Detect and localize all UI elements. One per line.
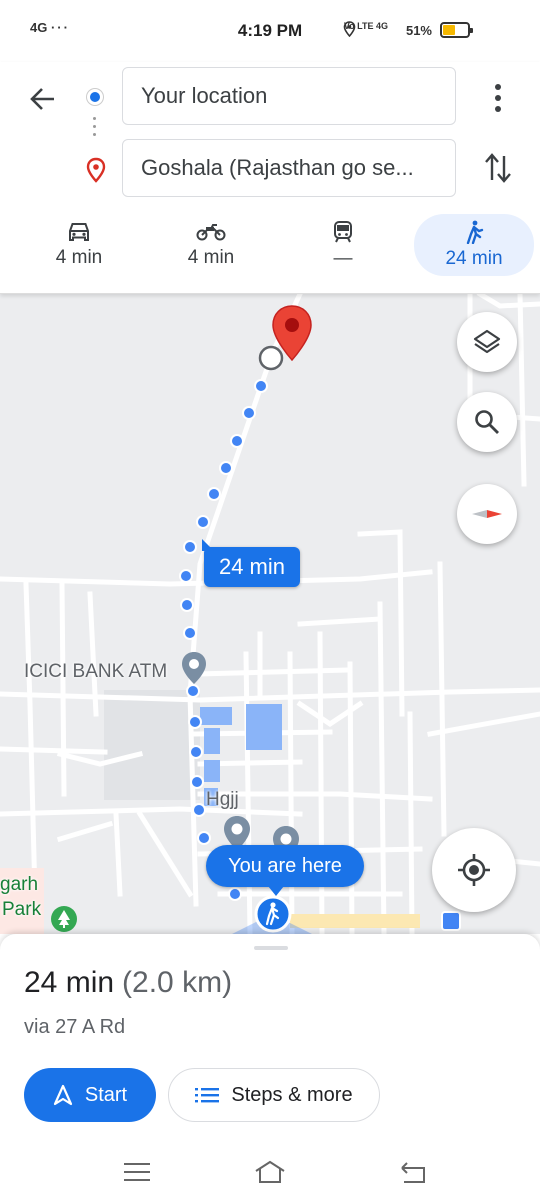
directions-header: Your location Goshala (Rajasthan go se..… xyxy=(0,62,540,294)
my-location-icon xyxy=(458,854,490,886)
you-are-here-bubble: You are here xyxy=(206,845,364,896)
park-label-line1: garh xyxy=(0,874,39,895)
route-eta-bubble[interactable]: 24 min xyxy=(202,539,300,587)
destination-marker-icon[interactable] xyxy=(270,304,314,364)
route-duration: 24 min (2.0 km) xyxy=(24,966,232,1000)
back-nav-icon[interactable] xyxy=(396,1158,428,1186)
navigation-arrow-icon xyxy=(53,1084,72,1106)
status-bar: 4G ··· 4:19 PM Vo LTE 4G 51% xyxy=(0,0,540,62)
transit-time: — xyxy=(333,248,353,269)
battery-percent: 51% xyxy=(405,23,432,38)
current-location-icon xyxy=(254,895,292,933)
motorcycle-icon xyxy=(196,224,226,241)
transit-icon xyxy=(334,221,352,243)
layers-icon xyxy=(473,329,501,354)
tab-transit[interactable]: — xyxy=(284,214,402,276)
home-icon[interactable] xyxy=(254,1158,286,1186)
walking-time: 24 min xyxy=(445,248,503,269)
park-tree-icon[interactable] xyxy=(50,905,78,933)
walking-icon xyxy=(466,220,484,244)
place-label-hgjj: Hgjj xyxy=(206,789,239,810)
steps-label: Steps & more xyxy=(231,1083,353,1106)
recents-icon[interactable] xyxy=(121,1158,153,1186)
layers-button[interactable] xyxy=(457,312,517,372)
back-arrow-icon xyxy=(30,88,54,110)
map-view[interactable]: ICICI BANK ATM Hgjj garh Park 24 min You… xyxy=(0,294,540,934)
tab-driving[interactable]: 4 min xyxy=(20,214,138,276)
motorcycle-time: 4 min xyxy=(187,247,235,268)
compass-button[interactable] xyxy=(457,484,517,544)
car-icon xyxy=(69,223,89,241)
bus-stop-icon[interactable] xyxy=(441,911,461,931)
route-summary-sheet[interactable]: 24 min (2.0 km) via 27 A Rd Start Steps &… xyxy=(0,934,540,1200)
park-label-line2: Park xyxy=(2,899,42,920)
distance-value: (2.0 km) xyxy=(122,966,233,999)
driving-time: 4 min xyxy=(55,247,103,268)
swap-directions-icon[interactable] xyxy=(482,150,514,186)
signal-indicators: Vo LTE 4G xyxy=(343,21,388,31)
destination-field[interactable]: Goshala (Rajasthan go se... xyxy=(122,139,456,197)
tab-walking[interactable]: 24 min xyxy=(414,214,534,276)
more-options-button[interactable] xyxy=(486,80,510,116)
route-connector-dots xyxy=(93,117,97,147)
atm-place-icon[interactable] xyxy=(180,650,208,686)
back-button[interactable] xyxy=(24,80,62,118)
tab-motorcycle[interactable]: 4 min xyxy=(152,214,270,276)
compass-icon xyxy=(472,510,502,518)
start-button[interactable]: Start xyxy=(24,1068,156,1122)
system-nav-bar xyxy=(0,1148,540,1200)
battery-icon xyxy=(440,22,473,38)
search-icon xyxy=(475,410,499,434)
duration-value: 24 min xyxy=(24,966,115,999)
list-icon xyxy=(195,1088,220,1103)
my-location-button[interactable] xyxy=(432,828,516,912)
origin-dot-icon xyxy=(87,89,103,105)
route-via: via 27 A Rd xyxy=(24,1016,126,1038)
start-label: Start xyxy=(84,1083,128,1106)
travel-mode-tabs: 4 min 4 min — 24 min xyxy=(0,214,540,278)
search-along-route-button[interactable] xyxy=(457,392,517,452)
steps-and-more-button[interactable]: Steps & more xyxy=(168,1068,380,1122)
atm-label: ICICI BANK ATM xyxy=(24,661,168,682)
origin-field[interactable]: Your location xyxy=(122,67,456,125)
destination-pin-icon xyxy=(86,157,106,183)
sheet-drag-handle[interactable] xyxy=(254,946,288,950)
